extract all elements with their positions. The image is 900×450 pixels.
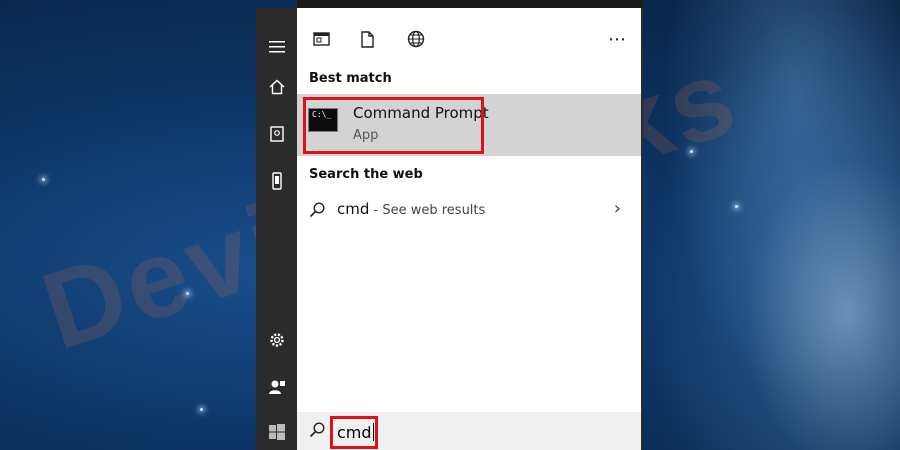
home-icon[interactable]: [256, 72, 297, 102]
wallpaper-star: [186, 292, 189, 295]
notebook-icon[interactable]: [256, 119, 297, 149]
search-results-panel: ⋯ Best match C:\_ Command Prompt App Sea…: [297, 8, 643, 450]
highlight-box-search: [330, 416, 378, 449]
search-icon: [309, 422, 325, 438]
hamburger-menu-icon[interactable]: [256, 32, 297, 62]
highlight-box-result: [303, 97, 484, 154]
more-icon[interactable]: ⋯: [606, 28, 628, 50]
document-icon[interactable]: [356, 28, 378, 50]
windows-start-icon[interactable]: [256, 417, 297, 447]
wallpaper-star: [200, 408, 203, 411]
web-search-result[interactable]: cmd - See web results ›: [297, 194, 641, 224]
start-rail: [256, 8, 297, 450]
panel-top-edge: [297, 0, 643, 8]
search-web-heading: Search the web: [309, 167, 423, 182]
filter-toolbar: ⋯: [297, 28, 641, 50]
best-match-heading: Best match: [309, 71, 392, 86]
settings-icon[interactable]: [256, 325, 297, 355]
chevron-right-icon[interactable]: ›: [614, 198, 621, 219]
search-icon: [309, 202, 325, 218]
web-query: cmd: [337, 200, 370, 218]
phone-icon[interactable]: [256, 166, 297, 196]
wallpaper-star: [690, 150, 693, 153]
app-window-icon[interactable]: [310, 28, 332, 50]
web-result-text: cmd - See web results: [337, 200, 485, 218]
wallpaper-star: [42, 178, 45, 181]
wallpaper-glow: [640, 0, 900, 450]
wallpaper-star: [735, 205, 738, 208]
web-result-suffix: - See web results: [369, 203, 486, 218]
user-icon[interactable]: [256, 372, 297, 402]
globe-icon[interactable]: [405, 28, 427, 50]
